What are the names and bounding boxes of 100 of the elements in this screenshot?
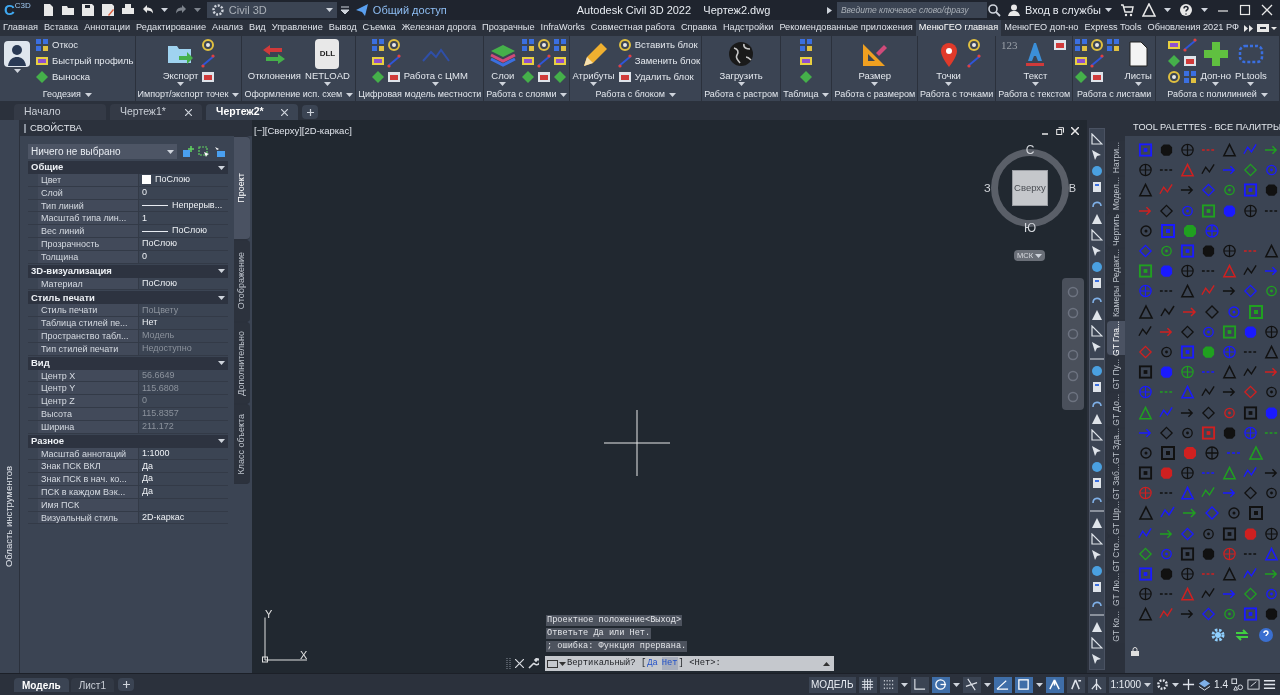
- value-text: 115.8357: [142, 407, 179, 421]
- ribbon-small-button[interactable]: Заменить блок: [617, 53, 701, 69]
- viewport-controls-label[interactable]: [−][Сверху][2D-каркас]: [254, 124, 352, 139]
- ribbon-tab[interactable]: Анализ: [209, 20, 247, 36]
- compass-label[interactable]: Ю: [1023, 219, 1037, 237]
- panel-title-bar[interactable]: Геодезия: [0, 88, 135, 101]
- workspace-dropdown[interactable]: Civil 3D: [206, 2, 337, 18]
- ribbon-large-button[interactable]: Слои: [486, 37, 519, 87]
- palette-title: СВОЙСТВА: [30, 120, 82, 135]
- ribbon-tab[interactable]: Express Tools: [1081, 20, 1145, 36]
- value-text: 1: [142, 211, 147, 225]
- ribbon-tab[interactable]: Съемка: [359, 20, 399, 36]
- property-label: Центр Y: [38, 382, 138, 395]
- ribbon-small-button[interactable]: Выноска: [35, 69, 134, 85]
- value-text: Непрерыв...: [172, 198, 223, 212]
- value-text: ПоЦвету: [142, 303, 179, 317]
- ribbon-tab[interactable]: МенюГЕО главная: [915, 20, 1002, 36]
- share-button[interactable]: Общий доступ: [354, 1, 447, 19]
- ribbon-large-button[interactable]: DLL NETLOAD: [304, 37, 351, 87]
- selection-dropdown[interactable]: Ничего не выбрано: [28, 144, 177, 159]
- command-line-field[interactable]: Вертикальный? [Да Нет] <Нет>:: [545, 656, 834, 671]
- ribbon-large-button[interactable]: PLtools: [1234, 37, 1268, 87]
- section-header[interactable]: Вид: [28, 356, 228, 370]
- section-header[interactable]: Стиль печати: [28, 291, 228, 305]
- compass-label[interactable]: С: [1025, 141, 1035, 159]
- value-text: 1:1000: [142, 446, 170, 460]
- ribbon-tab[interactable]: Вывод: [325, 20, 360, 36]
- ribbon-tab[interactable]: InfraWorks: [537, 20, 588, 36]
- panel-title: Геодезия: [42, 87, 81, 101]
- panel-title-bar[interactable]: Работа с листами: [1073, 88, 1156, 101]
- ribbon-large-button[interactable]: Отклонения: [246, 37, 302, 87]
- ribbon-small-button[interactable]: Быстрый профиль: [35, 53, 134, 69]
- panel-title-bar[interactable]: Работа с слоями: [484, 88, 570, 101]
- command-prompt-text: ] <Нет>:: [678, 656, 721, 670]
- ribbon-tab[interactable]: Главная: [0, 20, 41, 36]
- ribbon-tab[interactable]: Рекомендованные приложения: [776, 20, 916, 36]
- compass-label[interactable]: З: [984, 179, 991, 197]
- document-tab[interactable]: Начало: [14, 104, 106, 120]
- ribbon-large-button[interactable]: Листы: [1122, 37, 1155, 87]
- model-space-button[interactable]: МОДЕЛЬ: [809, 676, 856, 693]
- palette-tab[interactable]: GT Гла...: [1107, 320, 1125, 356]
- ribbon-large-button[interactable]: Загрузить: [718, 37, 764, 87]
- side-tab[interactable]: Класс объекта: [234, 404, 250, 484]
- ribbon-small-button[interactable]: Откос: [35, 37, 134, 53]
- axis-label: X: [300, 648, 308, 663]
- side-tab[interactable]: Проект: [234, 136, 250, 240]
- ribbon-small-button[interactable]: Вставить блок: [617, 37, 701, 53]
- panel-title-bar[interactable]: Работа с размером: [832, 88, 918, 101]
- ribbon-tab[interactable]: Железная дорога: [398, 20, 480, 36]
- ribbon-large-button[interactable]: Экспорт: [161, 37, 200, 87]
- side-tab[interactable]: Отображение: [234, 240, 250, 322]
- section-header[interactable]: Общие: [28, 161, 228, 174]
- ribbon-tab[interactable]: Вид: [246, 20, 269, 36]
- panel-title: Импорт/экспорт точек: [137, 87, 229, 101]
- layout-tab[interactable]: Лист1: [70, 677, 114, 692]
- view-cube-face[interactable]: Сверху: [1012, 170, 1048, 206]
- ribbon-large-button[interactable]: Размер: [857, 37, 893, 87]
- document-tab[interactable]: Чертеж1*: [110, 104, 202, 120]
- ribbon-tab[interactable]: Справка: [677, 20, 720, 36]
- panel-title-bar[interactable]: Работа с текстом: [996, 88, 1073, 101]
- panel-title-bar[interactable]: Таблица: [781, 88, 832, 101]
- panel-title-bar[interactable]: Работа с блоком: [570, 88, 702, 101]
- ribbon-tab[interactable]: Редактирование: [133, 20, 210, 36]
- panel-title-bar[interactable]: Работа с точками: [918, 88, 996, 101]
- ribbon-large-button[interactable]: Атрибуты: [571, 37, 616, 87]
- ribbon-tab[interactable]: Вставка: [40, 20, 82, 36]
- search-field[interactable]: Введите ключевое слово/фразу: [836, 2, 987, 18]
- compass-label[interactable]: В: [1068, 179, 1076, 197]
- section-header[interactable]: Разное: [28, 434, 228, 448]
- panel-title: Работа с слоями: [486, 87, 557, 101]
- tool-strip-label: Область инструментов: [2, 466, 16, 567]
- ribbon-tab[interactable]: МенюГЕО доп-но: [1001, 20, 1082, 36]
- ribbon-tab[interactable]: Надстройки: [719, 20, 777, 36]
- ribbon-tab[interactable]: Прозрачные: [479, 20, 538, 36]
- logo-caption: C3D: [14, 1, 31, 10]
- ribbon-large-button[interactable]: Текст: [1019, 37, 1052, 87]
- panel-title-bar[interactable]: Работа с растром: [702, 88, 781, 101]
- ribbon-small-button[interactable]: Удалить блок: [617, 69, 701, 85]
- layout-tab[interactable]: Модель: [14, 677, 69, 692]
- ribbon-large-button[interactable]: Работа с ЦММ: [402, 37, 469, 87]
- number-tool[interactable]: 123: [1000, 37, 1018, 53]
- panel-title-bar[interactable]: Работа с полилинией: [1156, 88, 1279, 101]
- command-prompt-text: Да: [647, 656, 658, 670]
- sign-in-button[interactable]: Вход в службы: [1006, 1, 1112, 19]
- value-text: ПоСлою: [155, 173, 191, 187]
- ribbon-tab[interactable]: Совместная работа: [587, 20, 678, 36]
- value-text: 115.6808: [142, 381, 179, 395]
- ribbon-tab[interactable]: Аннотации: [81, 20, 134, 36]
- annotation-scale-button[interactable]: 1:1000: [1108, 676, 1154, 693]
- panel-title-bar[interactable]: Оформление исп. схем: [242, 88, 356, 101]
- ribbon-large-button[interactable]: Доп-но: [1199, 37, 1233, 87]
- panel-title-bar[interactable]: Импорт/экспорт точек: [135, 88, 242, 101]
- ribbon-large-button[interactable]: Точки: [932, 37, 965, 87]
- section-header[interactable]: 3D-визуализация: [28, 264, 228, 278]
- panel-title-bar[interactable]: Цифровая модель местности: [356, 88, 484, 101]
- value-text: 0: [142, 394, 147, 408]
- document-tab[interactable]: Чертеж2*: [206, 104, 298, 120]
- ribbon-tab[interactable]: Обновления 2021 РФ: [1144, 20, 1242, 36]
- ribbon-tab[interactable]: Управление: [268, 20, 326, 36]
- side-tab[interactable]: Дополнительно: [234, 322, 250, 404]
